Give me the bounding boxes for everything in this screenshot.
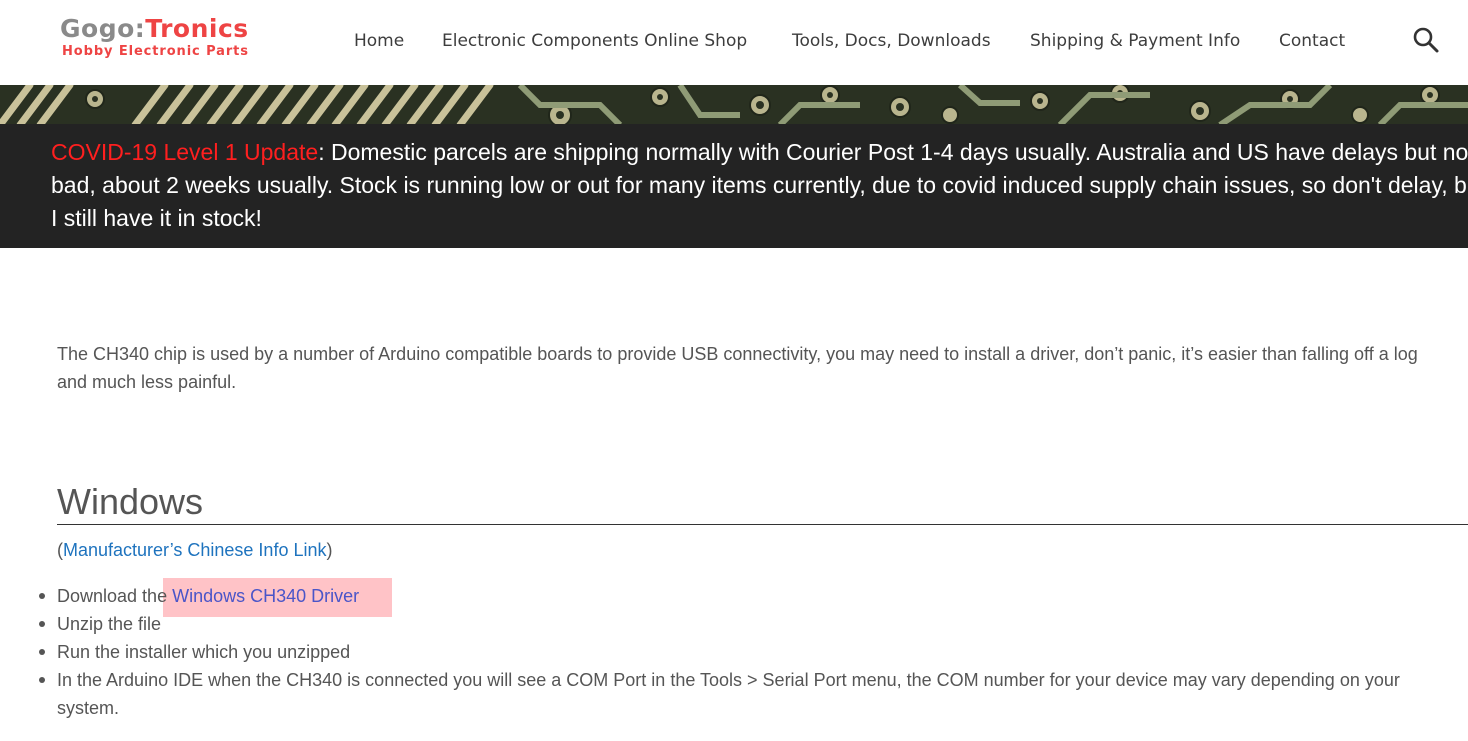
nav-tools-docs-downloads[interactable]: Tools, Docs, Downloads [792,30,991,52]
section-heading-windows: Windows [57,481,204,522]
install-steps-list: Download the Windows CH340 Driver Unzip … [39,582,1468,722]
notice-line-2: bad, about 2 weeks usually. Stock is run… [51,172,1468,198]
nav-online-shop[interactable]: Electronic Components Online Shop [442,30,747,52]
list-item: Run the installer which you unzipped [39,638,1468,666]
manufacturer-info: (Manufacturer’s Chinese Info Link) [57,536,332,564]
search-button[interactable] [1412,26,1440,54]
logo-title: Gogo:Tronics [60,14,270,44]
ide-line-2: system. [57,698,120,718]
site-logo[interactable]: Gogo:Tronics Hobby Electronic Parts [60,14,270,70]
nav-home[interactable]: Home [354,30,404,52]
pcb-background-graphic [0,85,1468,125]
notice-line-3: I still have it in stock! [51,205,262,231]
search-icon [1413,27,1439,53]
windows-driver-link[interactable]: Windows CH340 Driver [172,586,359,606]
site-header: Gogo:Tronics Hobby Electronic Parts Home… [0,0,1468,85]
nav-contact[interactable]: Contact [1279,30,1345,52]
heading-divider [57,524,1468,525]
intro-paragraph: The CH340 chip is used by a number of Ar… [57,340,1468,396]
list-item: Download the Windows CH340 Driver [39,582,1468,610]
list-item: Unzip the file [39,610,1468,638]
notice-line-1-rest: : Domestic parcels are shipping normally… [318,139,1468,165]
notice-highlight: COVID-19 Level 1 Update [51,139,319,165]
covid-notice-banner: COVID-19 Level 1 Update: Domestic parcel… [0,124,1468,248]
download-prefix: Download the [57,586,173,606]
notice-line-1: COVID-19 Level 1 Update: Domestic parcel… [51,136,1468,169]
notice-text: COVID-19 Level 1 Update: Domestic parcel… [51,136,1468,235]
logo-title-tronics: Tronics [145,14,249,43]
paren-close: ) [326,540,333,560]
intro-line-1: The CH340 chip is used by a number of Ar… [57,344,1418,364]
logo-title-gogo: Gogo: [60,14,146,43]
list-item: In the Arduino IDE when the CH340 is con… [39,666,1468,722]
nav-shipping-payment[interactable]: Shipping & Payment Info [1030,30,1240,52]
intro-line-2: and much less painful. [57,372,237,392]
ide-line-1: In the Arduino IDE when the CH340 is con… [57,670,1400,690]
manufacturer-info-link[interactable]: Manufacturer’s Chinese Info Link [63,540,326,560]
logo-subtitle: Hobby Electronic Parts [62,44,249,59]
hero-banner-image [0,85,1468,125]
